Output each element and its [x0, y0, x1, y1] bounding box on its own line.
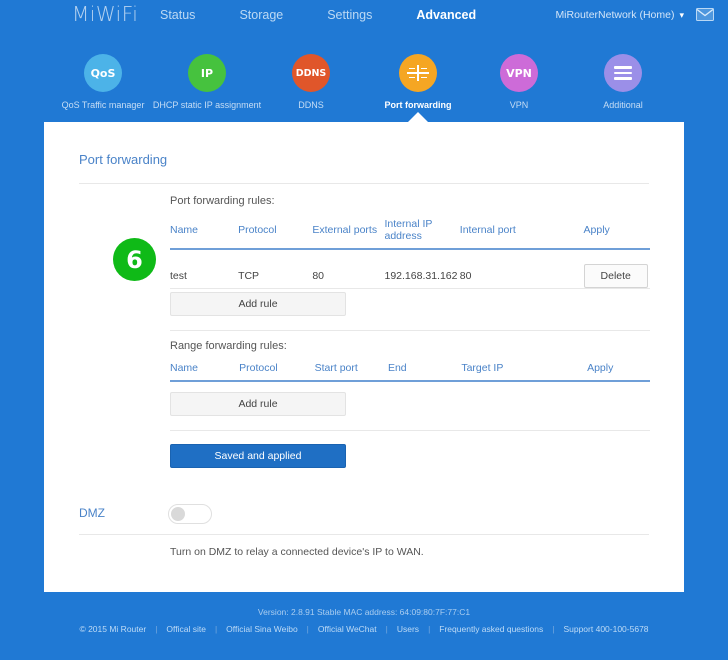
col-external-ports: External ports: [312, 224, 378, 236]
dmz-help-text: Turn on DMZ to relay a connected device'…: [170, 546, 424, 558]
nav-tab-advanced[interactable]: Advanced: [416, 8, 476, 22]
save-button[interactable]: Saved and applied: [170, 444, 346, 468]
range-forwarding-rules-table: Name Protocol Start port End Target IP A…: [170, 362, 650, 382]
router-admin-page: MiWiFi Status Storage Settings Advanced …: [0, 0, 728, 660]
network-selector-label: MiRouterNetwork (Home): [555, 9, 675, 21]
port-forwarding-rules-label: Port forwarding rules:: [170, 195, 275, 207]
dmz-toggle[interactable]: [168, 504, 212, 524]
mail-icon[interactable]: [696, 8, 714, 26]
ddns-icon: DDNS: [292, 54, 330, 92]
col-start-port: Start port: [314, 362, 358, 374]
footer-link-wechat[interactable]: Official WeChat: [309, 624, 386, 634]
col-name: Name: [170, 224, 199, 236]
ip-icon: IP: [188, 54, 226, 92]
advanced-icon-nav: QoS QoS Traffic manager IP DHCP static I…: [0, 50, 728, 122]
port-forward-icon: [399, 54, 437, 92]
col-end-port: End: [387, 362, 407, 374]
range-forwarding-rules-label: Range forwarding rules:: [170, 340, 287, 352]
footer-link-sina-weibo[interactable]: Official Sina Weibo: [217, 624, 307, 634]
main-nav-tabs: Status Storage Settings Advanced: [160, 8, 476, 22]
dmz-label: DMZ: [79, 506, 105, 520]
chevron-down-icon: ▾: [679, 9, 684, 20]
footer-link-users[interactable]: Users: [388, 624, 428, 634]
footer-links: © 2015 Mi Router | Offical site | Offici…: [0, 624, 728, 634]
footer-link-copyright: © 2015 Mi Router: [79, 624, 147, 634]
footer-link-official-site[interactable]: Offical site: [157, 624, 215, 634]
vpn-icon: VPN: [500, 54, 538, 92]
cell-apply: Delete: [583, 249, 650, 300]
page-title: Port forwarding: [79, 152, 168, 167]
col-target-ip: Target IP: [461, 362, 504, 374]
vpn-icon-glyph: VPN: [506, 66, 532, 80]
cell-internal-ip: 192.168.31.162: [384, 270, 458, 282]
port-forwarding-card: Port forwarding Port forwarding rules: N…: [44, 122, 684, 592]
footer-link-faq[interactable]: Frequently asked questions: [430, 624, 552, 634]
hamburger-icon-glyph: [614, 63, 632, 82]
nav-tab-status[interactable]: Status: [160, 8, 195, 22]
miwifi-logo: MiWiFi: [72, 2, 139, 26]
qos-icon-glyph: QoS: [90, 66, 116, 80]
network-selector[interactable]: MiRouterNetwork (Home) ▾: [555, 9, 684, 21]
nav-tab-settings[interactable]: Settings: [327, 8, 372, 22]
top-navigation-bar: MiWiFi Status Storage Settings Advanced …: [0, 0, 728, 31]
firmware-version-text: Version: 2.8.91 Stable MAC address: 64:0…: [257, 607, 471, 617]
rules-divider-2: [170, 330, 650, 331]
title-divider: [79, 183, 649, 184]
col-internal-port: Internal port: [459, 224, 516, 236]
hamburger-icon: [604, 54, 642, 92]
qos-icon: QoS: [84, 54, 122, 92]
cell-internal-port: 80: [459, 270, 472, 282]
rules-divider-1: [170, 288, 650, 289]
ip-icon-glyph: IP: [200, 66, 214, 80]
col-range-name: Name: [170, 362, 199, 374]
footer-link-support: Support 400-100-5678: [563, 624, 649, 634]
table-header-row: Name Protocol Start port End Target IP A…: [170, 362, 650, 381]
icon-nav-additional[interactable]: Additional: [558, 54, 688, 110]
dmz-toggle-knob: [171, 507, 185, 521]
icon-nav-additional-label: Additional: [603, 100, 643, 110]
col-range-apply: Apply: [587, 362, 614, 374]
step-badge: 6: [113, 238, 156, 281]
col-protocol: Protocol: [238, 224, 277, 236]
add-range-forwarding-rule-button[interactable]: Add rule: [170, 392, 346, 416]
delete-rule-button[interactable]: Delete: [583, 264, 648, 288]
page-footer: Version: 2.8.91 Stable MAC address: 64:0…: [0, 598, 728, 660]
table-header-row: Name Protocol External ports Internal IP…: [170, 218, 650, 249]
ddns-icon-glyph: DDNS: [295, 67, 327, 79]
col-apply: Apply: [583, 224, 610, 236]
add-port-forwarding-rule-button[interactable]: Add rule: [170, 292, 346, 316]
dmz-divider: [79, 534, 649, 535]
col-range-protocol: Protocol: [239, 362, 278, 374]
col-internal-ip: Internal IP address: [384, 218, 433, 242]
port-forward-icon-glyph: [407, 65, 429, 81]
rules-divider-3: [170, 430, 650, 431]
nav-tab-storage[interactable]: Storage: [239, 8, 283, 22]
